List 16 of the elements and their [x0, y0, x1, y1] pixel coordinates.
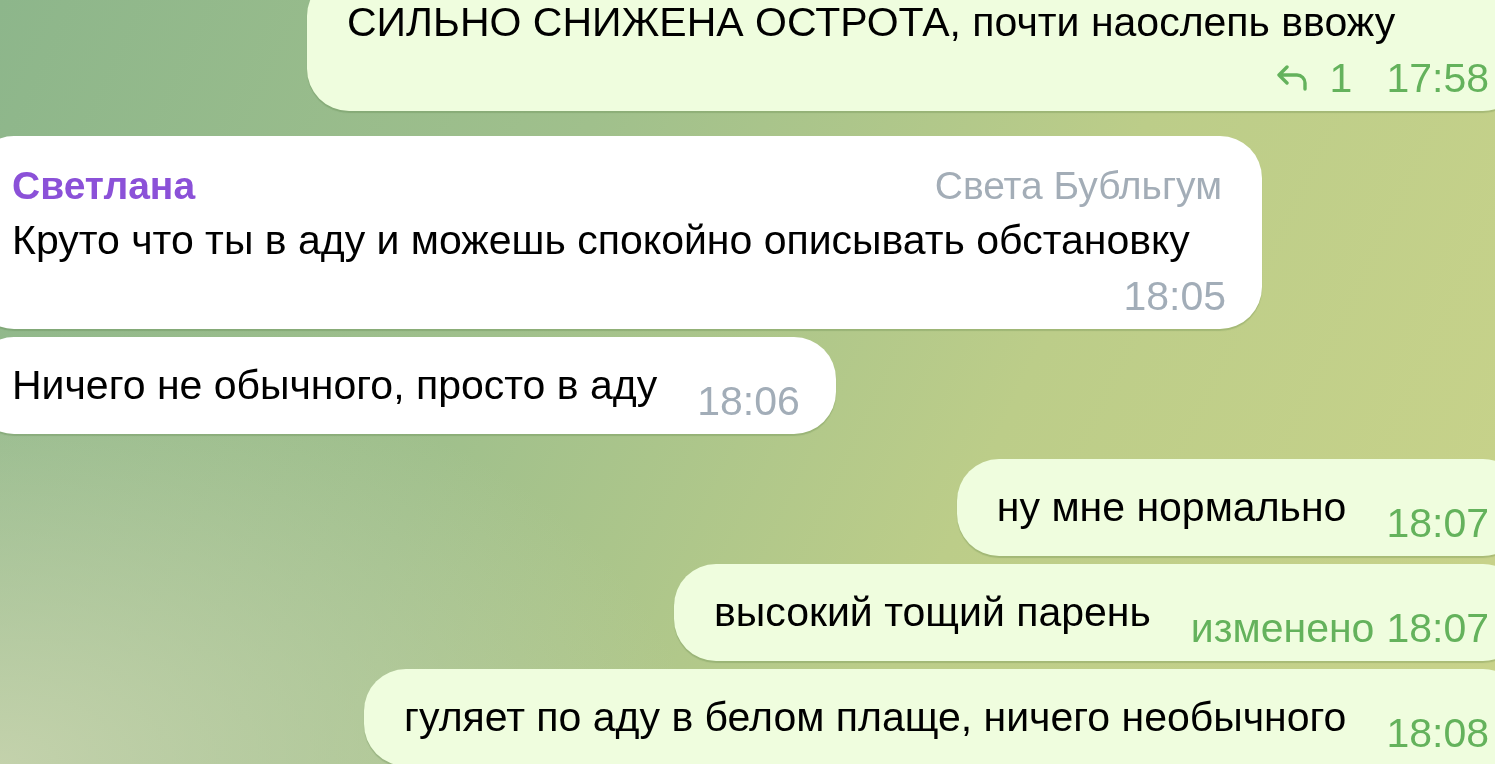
message-text: ну мне нормально [996, 483, 1347, 532]
message-text: Круто что ты в аду и можешь спокойно описывать обстановку [12, 216, 1190, 265]
message-time: 18:07 [1386, 499, 1489, 548]
edited-label: изменено [1190, 604, 1375, 653]
message-time: 18:08 [1386, 709, 1489, 758]
message-text: гуляет по аду в белом плаще, ничего необычного [404, 693, 1347, 742]
message-text: Ничего не обычного, просто в аду [12, 361, 658, 410]
reply-arrow-icon [1275, 65, 1308, 91]
sender-name[interactable]: Светлана [12, 158, 196, 214]
sender-title: Света Бубльгум [934, 163, 1223, 209]
message-time: 18:05 [1123, 272, 1226, 321]
message-time: 17:58 [1386, 54, 1489, 103]
message-time: 18:06 [697, 377, 800, 426]
message-time: 18:07 [1386, 604, 1489, 653]
message-text: высокий тощий парень [714, 588, 1151, 637]
message-text: СИЛЬНО СНИЖЕНА ОСТРОТА, почти наослепь ввожу [347, 0, 1396, 47]
